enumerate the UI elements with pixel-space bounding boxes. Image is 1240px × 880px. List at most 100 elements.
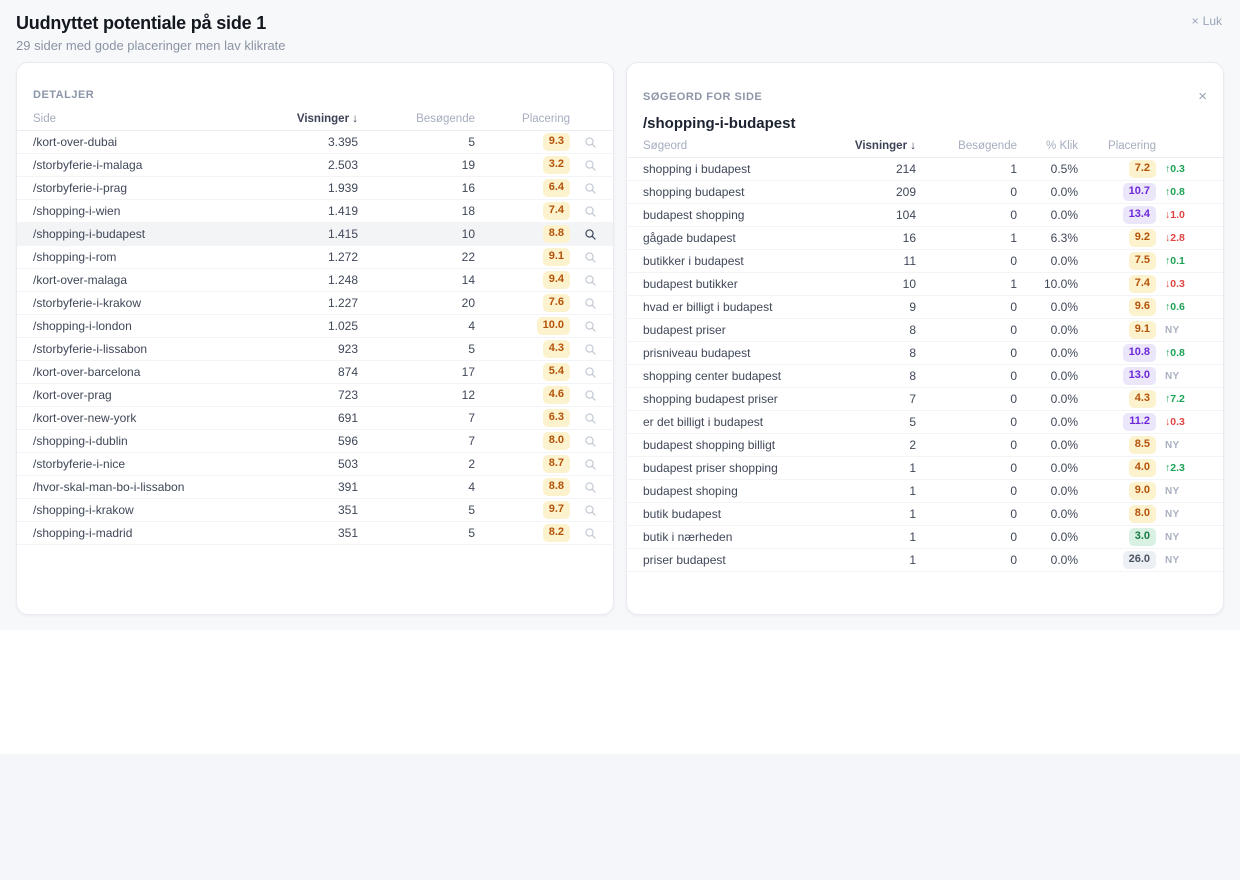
column-header-visninger[interactable]: Visninger ↓ <box>240 113 358 125</box>
details-table-row[interactable]: /shopping-i-wien1.419187.4 <box>17 200 613 223</box>
column-header-besogende[interactable]: Besøgende <box>916 140 1017 152</box>
keyword-table-row[interactable]: butik budapest100.0%8.0NY <box>627 503 1223 526</box>
placering-cell: 9.1 <box>1078 321 1156 338</box>
placering-cell: 13.0 <box>1078 367 1156 384</box>
klik-cell: 10.0% <box>1017 277 1078 291</box>
klik-cell: 0.0% <box>1017 530 1078 544</box>
besogende-cell: 4 <box>358 480 475 494</box>
keyword-table-row[interactable]: budapest shopping billigt200.0%8.5NY <box>627 434 1223 457</box>
close-overlay-button[interactable]: × Luk <box>1192 14 1222 28</box>
keyword-table-row[interactable]: er det billigt i budapest500.0%11.2↓0.3 <box>627 411 1223 434</box>
magnifier-icon[interactable] <box>584 205 597 218</box>
details-table-row[interactable]: /shopping-i-krakow35159.7 <box>17 499 613 522</box>
row-actions-cell <box>570 458 597 471</box>
details-table-row[interactable]: /shopping-i-budapest1.415108.8 <box>17 223 613 246</box>
details-table-row[interactable]: /shopping-i-dublin59678.0 <box>17 430 613 453</box>
magnifier-icon[interactable] <box>584 159 597 172</box>
keyword-table-row[interactable]: butik i nærheden100.0%3.0NY <box>627 526 1223 549</box>
column-header-besogende[interactable]: Besøgende <box>358 113 475 125</box>
magnifier-icon[interactable] <box>584 251 597 264</box>
placering-badge: 8.0 <box>543 432 570 449</box>
placering-badge: 6.3 <box>543 409 570 426</box>
details-table-row[interactable]: /kort-over-barcelona874175.4 <box>17 361 613 384</box>
placering-cell: 13.4 <box>1078 206 1156 223</box>
magnifier-icon[interactable] <box>584 228 597 241</box>
magnifier-icon[interactable] <box>584 481 597 494</box>
close-icon: × <box>1192 14 1199 28</box>
details-table-row[interactable]: /kort-over-prag723124.6 <box>17 384 613 407</box>
visninger-cell: 2.503 <box>240 158 358 172</box>
visninger-cell: 3.395 <box>240 135 358 149</box>
placering-badge: 5.4 <box>543 363 570 380</box>
keyword-table-row[interactable]: priser budapest100.0%26.0NY <box>627 549 1223 572</box>
keyword-table-row[interactable]: shopping i budapest21410.5%7.2↑0.3 <box>627 158 1223 181</box>
magnifier-icon[interactable] <box>584 435 597 448</box>
besogende-cell: 0 <box>916 415 1017 429</box>
visninger-cell: 351 <box>240 503 358 517</box>
placering-badge: 7.2 <box>1129 160 1156 177</box>
column-header-sogeord[interactable]: Søgeord <box>643 140 806 152</box>
details-table-row[interactable]: /storbyferie-i-malaga2.503193.2 <box>17 154 613 177</box>
details-table-row[interactable]: /kort-over-dubai3.39559.3 <box>17 131 613 154</box>
change-indicator: NY <box>1156 371 1207 382</box>
details-table-row[interactable]: /storbyferie-i-krakow1.227207.6 <box>17 292 613 315</box>
keyword-table-row[interactable]: gågade budapest1616.3%9.2↓2.8 <box>627 227 1223 250</box>
keyword-table-row[interactable]: budapest shoping100.0%9.0NY <box>627 480 1223 503</box>
klik-cell: 0.0% <box>1017 300 1078 314</box>
placering-cell: 4.3 <box>1078 390 1156 407</box>
magnifier-icon[interactable] <box>584 343 597 356</box>
details-table-row[interactable]: /storbyferie-i-lissabon92354.3 <box>17 338 613 361</box>
placering-badge: 9.3 <box>543 133 570 150</box>
column-header-klik[interactable]: % Klik <box>1017 140 1078 152</box>
column-header-visninger[interactable]: Visninger ↓ <box>806 140 916 152</box>
magnifier-icon[interactable] <box>584 389 597 402</box>
keyword-table-row[interactable]: hvad er billigt i budapest900.0%9.6↑0.6 <box>627 296 1223 319</box>
column-header-placering[interactable]: Placering <box>475 113 570 125</box>
keyword-table-row[interactable]: shopping budapest priser700.0%4.3↑7.2 <box>627 388 1223 411</box>
keyword-table-row[interactable]: prisniveau budapest800.0%10.8↑0.8 <box>627 342 1223 365</box>
besogende-cell: 5 <box>358 135 475 149</box>
details-table-row[interactable]: /shopping-i-madrid35158.2 <box>17 522 613 545</box>
column-header-side[interactable]: Side <box>33 113 240 125</box>
details-table-row[interactable]: /kort-over-malaga1.248149.4 <box>17 269 613 292</box>
keyword-table-row[interactable]: butikker i budapest1100.0%7.5↑0.1 <box>627 250 1223 273</box>
details-table-row[interactable]: /storbyferie-i-nice50328.7 <box>17 453 613 476</box>
klik-cell: 0.0% <box>1017 415 1078 429</box>
page-header: Uudnyttet potentiale på side 1 29 sider … <box>16 0 1224 62</box>
details-table-row[interactable]: /storbyferie-i-prag1.939166.4 <box>17 177 613 200</box>
details-panel: DETALJER Side Visninger ↓ Besøgende Plac… <box>16 62 614 615</box>
besogende-cell: 0 <box>916 461 1017 475</box>
magnifier-icon[interactable] <box>584 320 597 333</box>
magnifier-icon[interactable] <box>584 412 597 425</box>
visninger-cell: 10 <box>806 277 916 291</box>
magnifier-icon[interactable] <box>584 136 597 149</box>
keyword-table-row[interactable]: shopping budapest20900.0%10.7↑0.8 <box>627 181 1223 204</box>
placering-cell: 9.0 <box>1078 482 1156 499</box>
besogende-cell: 0 <box>916 507 1017 521</box>
keyword-table-row[interactable]: budapest shopping10400.0%13.4↓1.0 <box>627 204 1223 227</box>
keyword-table-row[interactable]: shopping center budapest800.0%13.0NY <box>627 365 1223 388</box>
details-table-row[interactable]: /shopping-i-rom1.272229.1 <box>17 246 613 269</box>
keyword-table-row[interactable]: budapest butikker10110.0%7.4↓0.3 <box>627 273 1223 296</box>
visninger-cell: 351 <box>240 526 358 540</box>
keyword-table-row[interactable]: budapest priser shopping100.0%4.0↑2.3 <box>627 457 1223 480</box>
details-table-row[interactable]: /shopping-i-london1.025410.0 <box>17 315 613 338</box>
magnifier-icon[interactable] <box>584 527 597 540</box>
magnifier-icon[interactable] <box>584 274 597 287</box>
keyword-table-row[interactable]: budapest priser800.0%9.1NY <box>627 319 1223 342</box>
besogende-cell: 4 <box>358 319 475 333</box>
magnifier-icon[interactable] <box>584 366 597 379</box>
magnifier-icon[interactable] <box>584 504 597 517</box>
magnifier-icon[interactable] <box>584 458 597 471</box>
visninger-cell: 104 <box>806 208 916 222</box>
magnifier-icon[interactable] <box>584 182 597 195</box>
placering-cell: 9.1 <box>475 248 570 265</box>
magnifier-icon[interactable] <box>584 297 597 310</box>
placering-badge: 9.6 <box>1129 298 1156 315</box>
details-table-body: /kort-over-dubai3.39559.3/storbyferie-i-… <box>17 131 613 545</box>
besogende-cell: 12 <box>358 388 475 402</box>
close-keywords-panel-button[interactable]: × <box>1198 89 1207 104</box>
details-table-row[interactable]: /kort-over-new-york69176.3 <box>17 407 613 430</box>
column-header-placering[interactable]: Placering <box>1078 140 1156 152</box>
details-table-row[interactable]: /hvor-skal-man-bo-i-lissabon39148.8 <box>17 476 613 499</box>
